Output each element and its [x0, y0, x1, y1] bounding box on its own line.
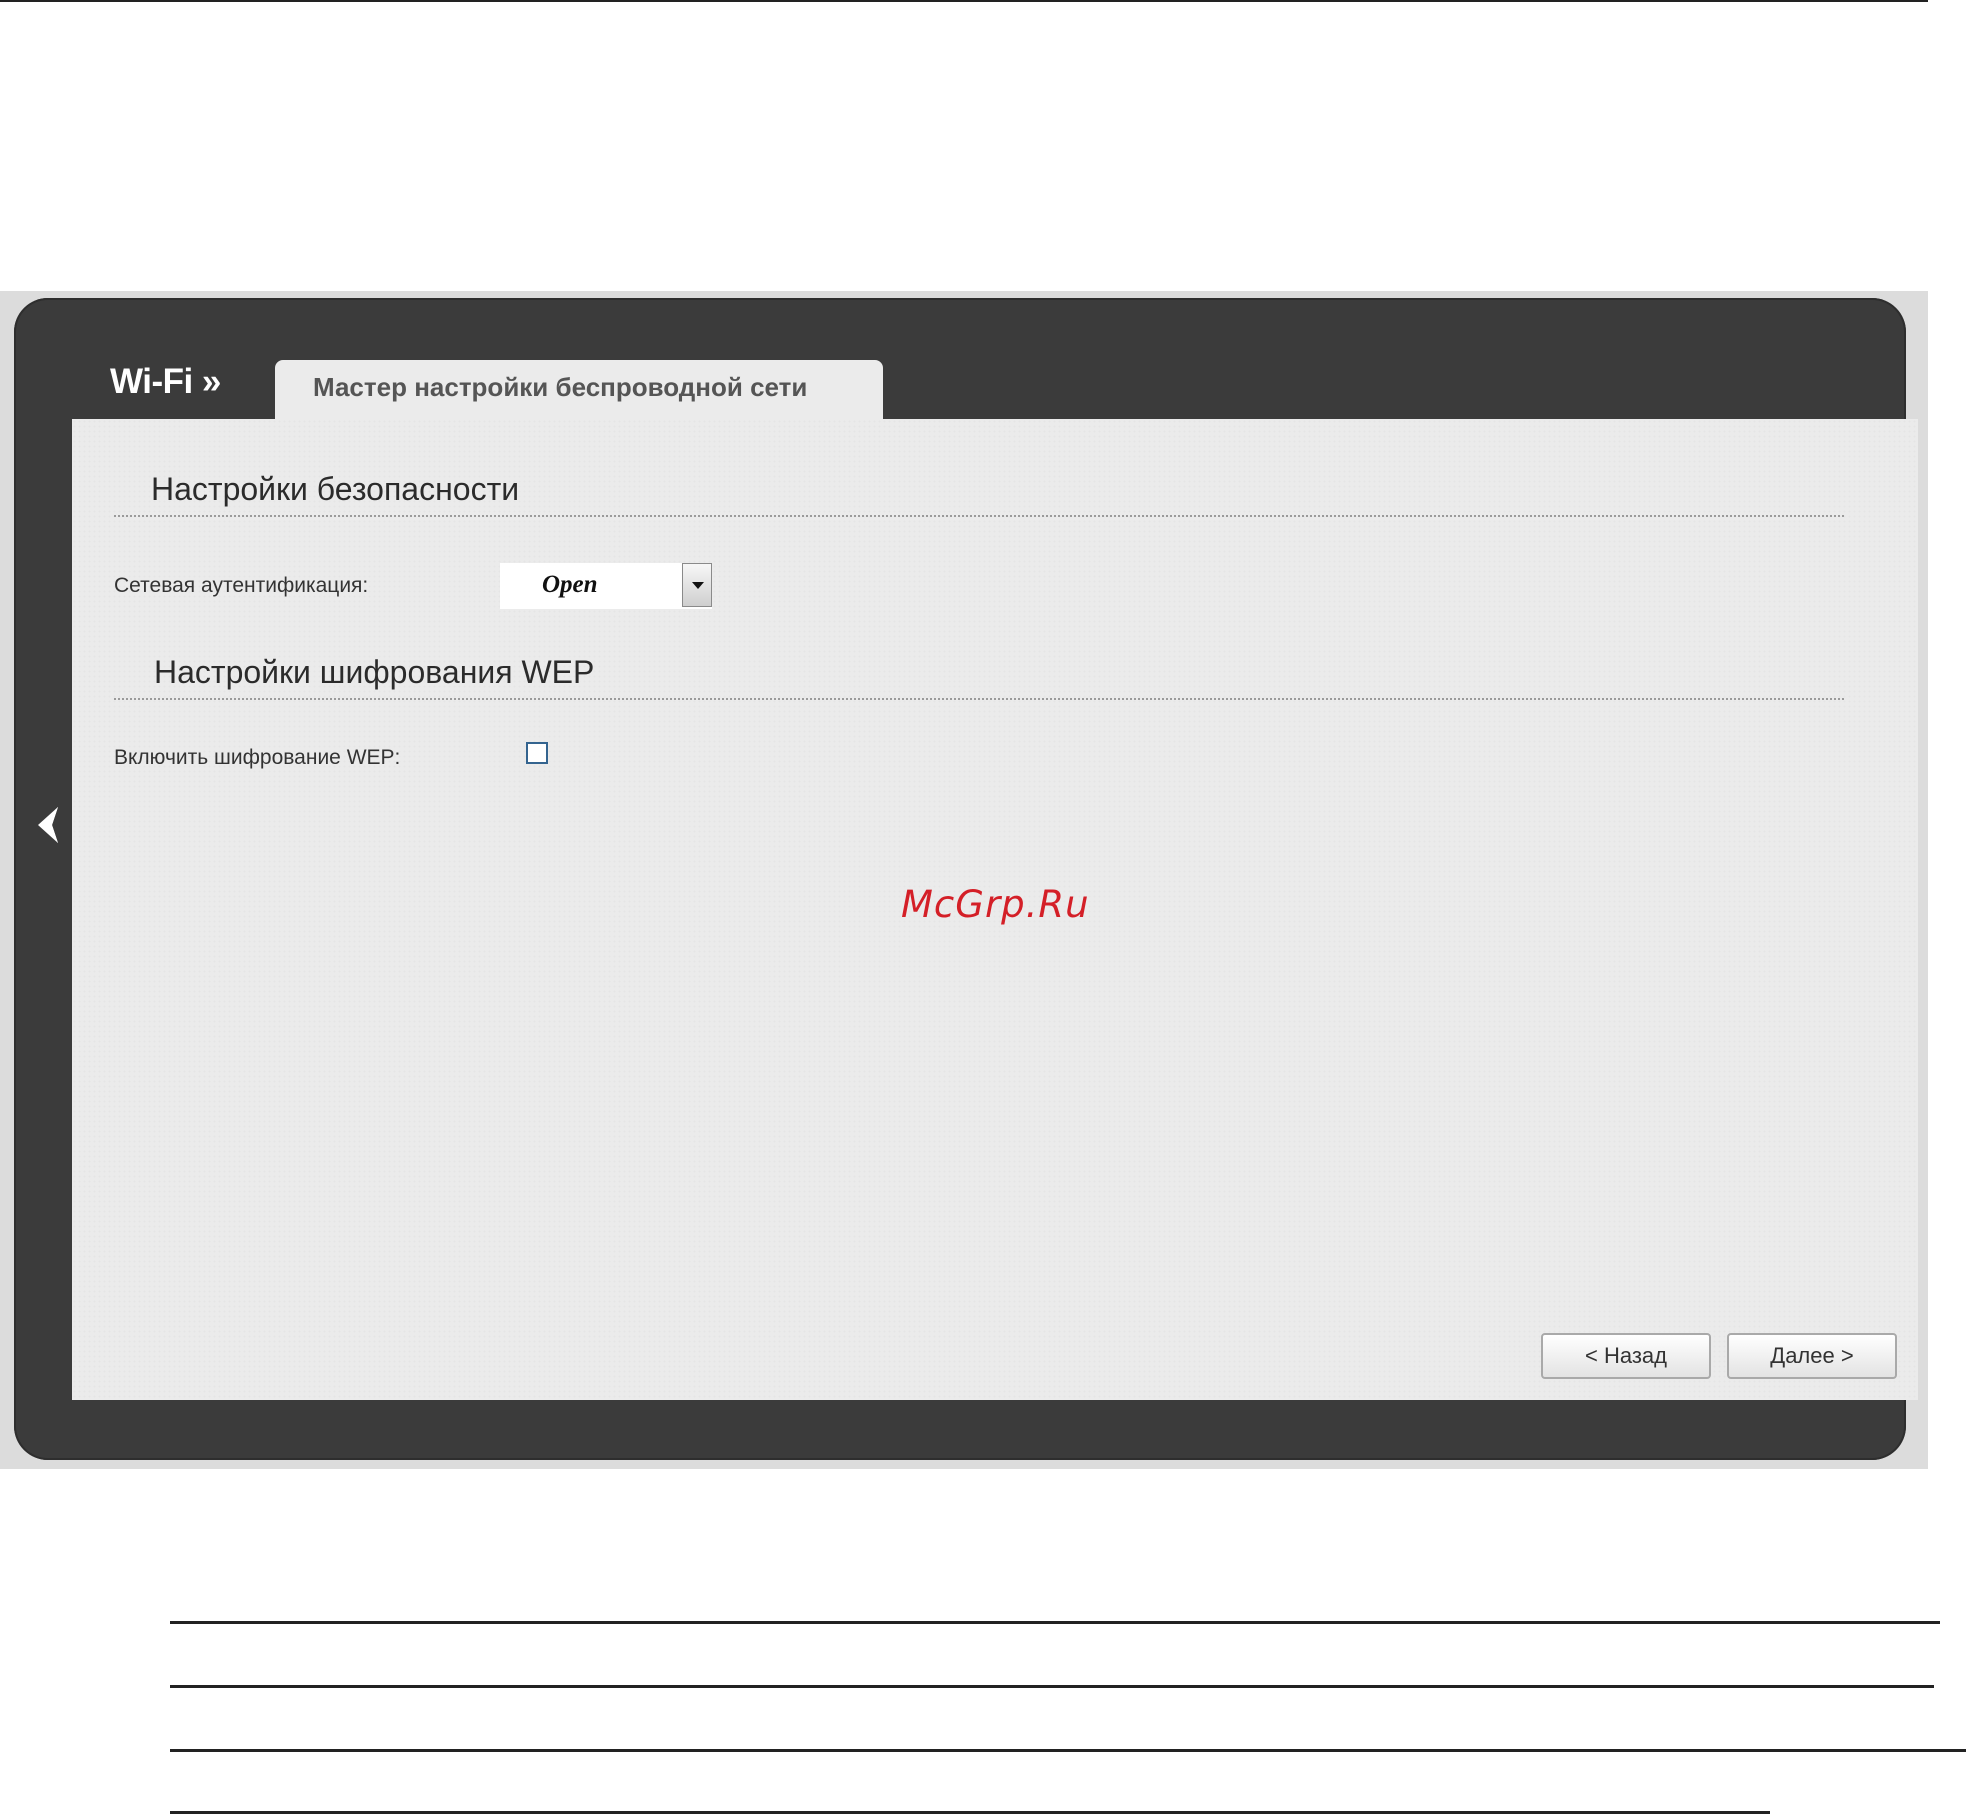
- chevron-down-icon[interactable]: [682, 563, 712, 607]
- blank-line-3: [170, 1749, 1966, 1752]
- enable-wep-label: Включить шифрование WEP:: [114, 746, 401, 769]
- back-button[interactable]: < Назад: [1541, 1333, 1711, 1379]
- ui-frame: Wi-Fi » Мастер настройки беспроводной се…: [14, 298, 1918, 1460]
- breadcrumb[interactable]: Wi-Fi »: [110, 362, 221, 402]
- next-button[interactable]: Далее >: [1727, 1333, 1897, 1379]
- blank-line-1: [170, 1621, 1940, 1624]
- tab-wireless-wizard[interactable]: Мастер настройки беспроводной сети: [275, 360, 883, 420]
- blank-line-2: [170, 1685, 1934, 1688]
- network-auth-label: Сетевая аутентификация:: [114, 574, 369, 597]
- network-auth-select[interactable]: Open: [500, 563, 712, 609]
- page-top-rule: [0, 0, 1928, 2]
- security-section-divider: [114, 515, 1844, 517]
- router-ui-screenshot: Wi-Fi » Мастер настройки беспроводной се…: [0, 291, 1928, 1469]
- chevron-left-icon[interactable]: [28, 798, 68, 852]
- wep-section-title: Настройки шифрования WEP: [154, 654, 595, 690]
- content-panel: Настройки безопасности Сетевая аутентифи…: [72, 419, 1918, 1400]
- wep-section-divider: [114, 698, 1844, 700]
- security-section-title: Настройки безопасности: [151, 471, 520, 507]
- network-auth-value: Open: [542, 571, 598, 598]
- watermark: McGrp.Ru: [901, 883, 1090, 926]
- blank-line-4: [170, 1811, 1770, 1814]
- enable-wep-checkbox[interactable]: [526, 742, 548, 764]
